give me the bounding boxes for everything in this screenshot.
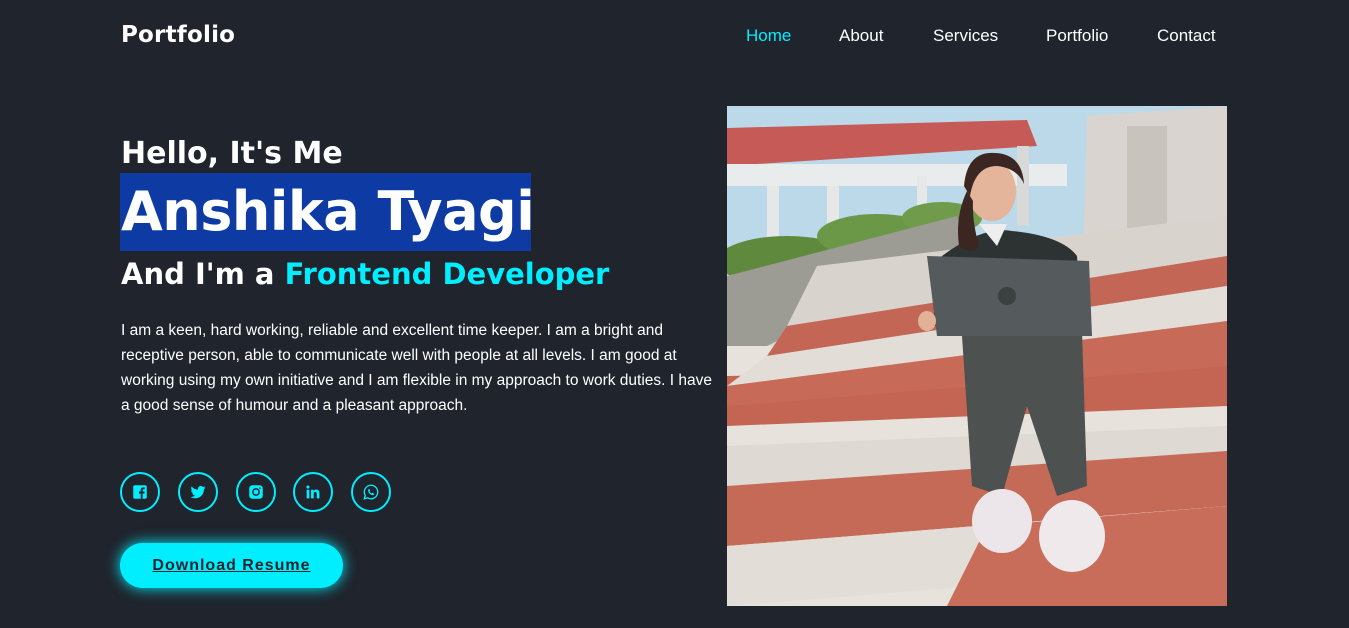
facebook-icon <box>133 485 147 499</box>
greeting-heading: Hello, It's Me <box>121 136 343 171</box>
nav-contact-link[interactable]: Contact <box>1157 26 1216 46</box>
download-resume-button[interactable]: Download Resume <box>120 543 343 588</box>
instagram-icon <box>249 485 263 499</box>
role-highlight: Frontend Developer <box>284 257 610 291</box>
role-heading: And I'm a Frontend Developer <box>121 254 609 294</box>
profile-photo <box>727 106 1227 606</box>
whatsapp-link[interactable] <box>351 472 391 512</box>
instagram-link[interactable] <box>236 472 276 512</box>
whatsapp-icon <box>363 484 379 500</box>
twitter-link[interactable] <box>178 472 218 512</box>
profile-photo-image <box>727 106 1227 606</box>
nav-home-link[interactable]: Home <box>746 26 791 46</box>
nav-services-link[interactable]: Services <box>933 26 998 46</box>
site-header: Portfolio Home About Services Portfolio … <box>0 0 1349 74</box>
twitter-icon <box>190 486 206 499</box>
linkedin-link[interactable] <box>293 472 333 512</box>
nav-portfolio-link[interactable]: Portfolio <box>1046 26 1108 46</box>
facebook-link[interactable] <box>120 472 160 512</box>
linkedin-icon <box>306 485 320 499</box>
role-prefix: And I'm a <box>121 257 285 291</box>
main-nav: Home About Services Portfolio Contact <box>0 26 1349 50</box>
nav-about-link[interactable]: About <box>839 26 883 46</box>
bio-paragraph: I am a keen, hard working, reliable and … <box>121 322 713 414</box>
name-heading: Anshika Tyagi <box>121 180 535 243</box>
social-links <box>120 472 400 514</box>
